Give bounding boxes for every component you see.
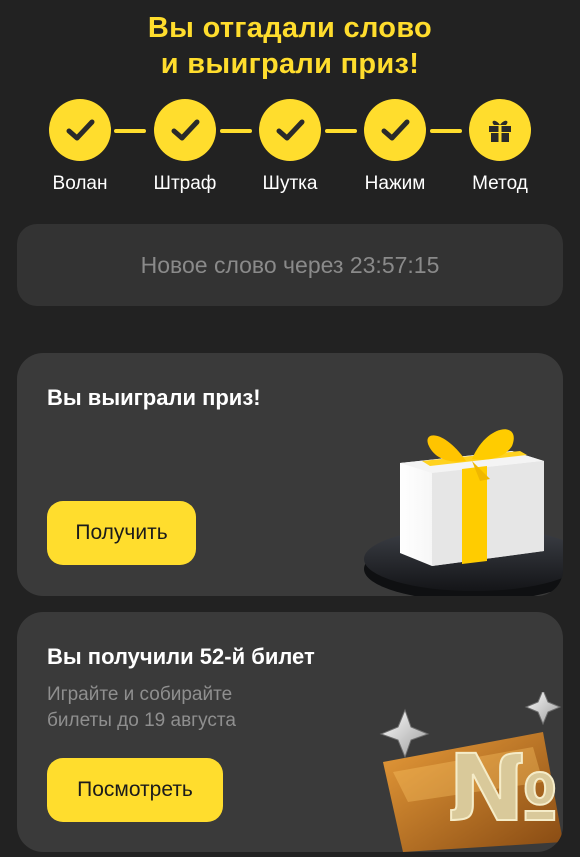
check-icon [49,99,111,161]
check-icon [364,99,426,161]
step-4: Нажим [340,99,450,195]
step-2: Штраф [130,99,240,195]
gift-icon [469,99,531,161]
step-1: Волан [25,99,135,195]
word-progress-steps: Волан Штраф Шутка Нажим Метод [0,99,580,199]
step-label: Волан [52,173,108,194]
subtitle-line-1: Играйте и собирайте [47,684,233,705]
step-label: Нажим [364,173,426,194]
prize-card: Вы выиграли приз! Получить [17,353,563,596]
number-sign-text: № [448,735,559,842]
next-word-timer: Новое слово через 23:57:15 [17,224,563,306]
step-3: Шутка [235,99,345,195]
get-prize-button[interactable]: Получить [47,501,196,565]
ticket-number-sign-illustration: № [379,692,563,852]
ticket-card-title: Вы получили 52-й билет [47,644,315,669]
step-5: Метод [445,99,555,195]
check-icon [259,99,321,161]
check-icon [154,99,216,161]
view-tickets-button[interactable]: Посмотреть [47,758,223,822]
prize-card-title: Вы выиграли приз! [47,385,261,410]
ticket-card: Вы получили 52-й билет Играйте и собирай… [17,612,563,852]
step-label: Штраф [153,173,217,194]
step-label: Шутка [262,173,318,194]
title-line-2: и выиграли приз! [160,48,420,80]
title-line-1: Вы отгадали слово [147,12,433,44]
gift-box-illustration [364,429,563,596]
subtitle-line-2: билеты до 19 августа [47,710,236,731]
page-title: Вы отгадали слово и выиграли приз! [0,10,580,82]
step-label: Метод [472,173,528,194]
ticket-card-subtitle: Играйте и собирайте билеты до 19 августа [47,682,236,734]
